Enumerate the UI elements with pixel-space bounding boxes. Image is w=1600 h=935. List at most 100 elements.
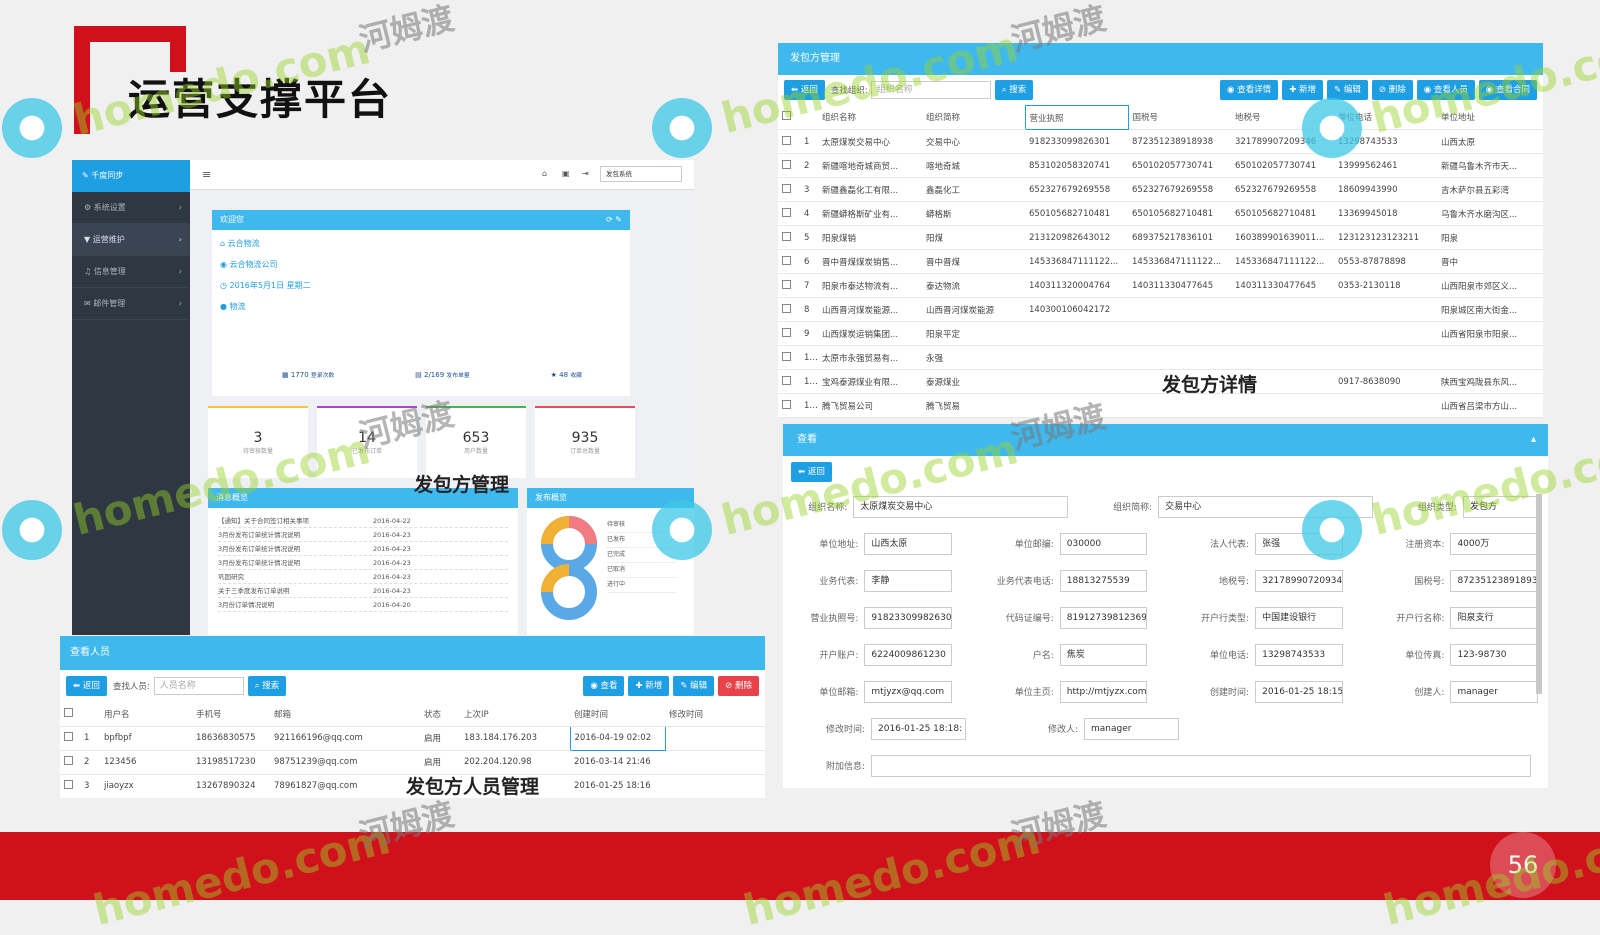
col-header[interactable]: 用户名 [100,702,192,727]
field-input[interactable]: 030000 [1059,532,1148,555]
field-input[interactable]: 123-98730 [1450,643,1539,666]
row-checkbox[interactable] [778,321,800,346]
notice-row[interactable]: 【通知】关于合同签订相关事项 2016-04-22 [218,514,508,528]
row-checkbox[interactable] [60,774,80,798]
row-checkbox[interactable] [778,297,800,322]
table-row[interactable]: 11 宝鸡泰源煤业有限... 泰源煤业 0917-8638090 陕西宝鸡陇县东风... [778,369,1543,394]
row-checkbox[interactable] [778,201,800,226]
col-header-sorted[interactable]: 营业执照 [1024,105,1129,130]
sidebar-item-ops[interactable]: ▼ 运营维护 › [72,224,190,256]
table-row[interactable]: 10 太原市永强贸易有... 永强 [778,345,1543,370]
row-checkbox[interactable] [778,393,800,418]
field-input[interactable]: 6224009861230 [864,643,952,666]
row-checkbox[interactable] [778,225,800,250]
back-button[interactable]: ⬅ 返回 [791,462,832,482]
refresh-icon[interactable]: ⟳ ✎ [606,210,622,230]
lock-icon[interactable]: ▣ [562,169,570,178]
field-input[interactable]: http://mtjyzx.com [1059,680,1148,703]
scrollbar[interactable] [1536,494,1542,694]
home-icon[interactable]: ⌂ [542,169,547,178]
view-button[interactable]: ◉ 查看 [583,676,625,696]
sidebar-item-info[interactable]: ♫ 信息管理 › [72,256,190,288]
col-header[interactable]: 单位地址 [1437,105,1543,130]
field-input[interactable]: 2016-01-25 18:18: [871,717,966,740]
col-header[interactable]: 创建时间 [570,702,665,727]
add-button[interactable]: ✚ 新增 [628,676,670,696]
field-input[interactable]: 张强 [1255,532,1343,555]
notice-row[interactable]: 3月份发布订单统计情况说明 2016-04-23 [218,542,508,556]
edit-button[interactable]: ✎ 编辑 [1327,80,1368,100]
row-checkbox[interactable] [778,153,800,178]
logout-icon[interactable]: ⇥ [582,169,589,178]
field-input[interactable]: 321789907209346 [1255,569,1343,592]
row-checkbox[interactable] [778,177,800,202]
add-button[interactable]: ✚ 新增 [1282,80,1324,100]
row-checkbox[interactable] [778,369,800,394]
back-button[interactable]: ⬅ 返回 [66,676,107,696]
select-all-checkbox[interactable] [778,105,800,130]
field-input[interactable]: 4000万 [1450,532,1539,555]
menu-toggle-icon[interactable]: ≡ [202,168,211,181]
org-search-input[interactable]: 组织名称 [870,81,991,99]
field-input[interactable]: 918233099826301 [864,606,952,629]
row-checkbox[interactable] [778,129,800,154]
field-input[interactable]: 交易中心 [1158,495,1373,518]
field-input[interactable]: 阳泉支行 [1450,606,1539,629]
field-input[interactable]: 中国建设银行 [1255,606,1343,629]
col-header[interactable]: 状态 [420,702,460,727]
col-header[interactable]: 国税号 [1128,105,1231,130]
col-header[interactable]: 地税号 [1231,105,1334,130]
field-input[interactable]: mtjyzx@qq.com [864,680,952,703]
table-row[interactable]: 3 新疆鑫磊化工有限... 鑫磊化工 652327679269558 652327679… [778,177,1543,202]
field-input[interactable]: manager [1450,680,1539,703]
delete-button[interactable]: ⊘ 删除 [1371,80,1413,100]
field-input[interactable]: manager [1084,717,1179,740]
table-row[interactable]: 1 太原煤炭交易中心 交易中心 918233099826301 872351238918… [778,129,1543,154]
delete-button[interactable]: ⊘ 删除 [718,676,759,696]
edit-button[interactable]: ✎ 编辑 [673,676,715,696]
select-all-checkbox[interactable] [60,702,80,727]
extra-info-field[interactable] [871,754,1531,777]
table-row[interactable]: 4 新疆蟒格斯矿业有... 蟒格斯 650105682710481 6501056827… [778,201,1543,226]
col-header[interactable]: 组织名称 [818,105,922,130]
col-header[interactable]: 组织简称 [922,105,1025,130]
notice-row[interactable]: 关于三季度发布订单说明 2016-04-23 [218,584,508,598]
table-row[interactable]: 2 123456 13198517230 98751239@qq.com 启用 202.2… [60,750,765,775]
row-checkbox[interactable] [778,345,800,370]
field-input[interactable]: 872351238918938 [1450,569,1539,592]
notice-row[interactable]: 巩固研究 2016-04-23 [218,570,508,584]
field-input[interactable]: 山西太原 [864,532,952,555]
col-header[interactable]: 单位电话 [1334,105,1437,130]
row-checkbox[interactable] [778,249,800,274]
sidebar-item-mail[interactable]: ✉ 邮件管理 › [72,288,190,320]
row-checkbox[interactable] [60,750,80,775]
field-input[interactable]: 819127398123698 [1059,606,1148,629]
field-input[interactable]: 13298743533 [1255,643,1343,666]
field-input[interactable]: 太原煤炭交易中心 [853,495,1068,518]
col-header[interactable]: 上次IP [460,702,570,727]
notice-row[interactable]: 3月份发布订单统计情况说明 2016-04-23 [218,556,508,570]
col-header[interactable]: 修改时间 [665,702,765,727]
view-personnel-button[interactable]: ◉ 查看人员 [1416,80,1475,100]
collapse-icon[interactable]: ▴ [1531,424,1536,456]
table-row[interactable]: 7 阳泉市泰达物流有... 泰达物流 140311320004764 140311330… [778,273,1543,298]
table-row[interactable]: 1 bpfbpf 18636830575 921166196@qq.com 启用 183.… [60,725,765,751]
system-select[interactable]: 发包系统 [600,166,682,182]
table-row[interactable]: 8 山西晋河煤炭能源... 山西晋河煤炭能源 140300106042172 阳泉城区南… [778,297,1543,322]
notice-row[interactable]: 3月份订单情况说明 2016-04-20 [218,598,508,612]
table-row[interactable]: 12 腾飞贸易公司 腾飞贸易 山西省吕梁市方山... [778,393,1543,418]
view-detail-button[interactable]: ◉ 查看详情 [1220,80,1279,100]
row-checkbox[interactable] [778,273,800,298]
notice-row[interactable]: 3月份发布订单统计情况说明 2016-04-23 [218,528,508,542]
table-row[interactable]: 6 晋中晋煤煤炭销售... 晋中晋煤 145336847111122... 145336… [778,249,1543,274]
field-input[interactable]: 发包方 [1462,495,1539,518]
table-row[interactable]: 9 山西煤炭运销集团... 阳泉平定 山西省阳泉市阳泉... [778,321,1543,346]
search-button[interactable]: ⌕ 搜索 [994,80,1034,100]
field-input[interactable]: 18813275539 [1059,569,1148,592]
table-row[interactable]: 2 新疆喀地奇城商贸... 喀地奇城 853102058320741 650102057… [778,153,1543,178]
back-button[interactable]: ⬅ 返回 [784,80,825,100]
sidebar-item-system[interactable]: ⚙ 系统设置 › [72,192,190,224]
row-checkbox[interactable] [60,726,80,751]
col-header[interactable]: 手机号 [192,702,270,727]
person-search-input[interactable]: 人员名称 [153,677,244,695]
